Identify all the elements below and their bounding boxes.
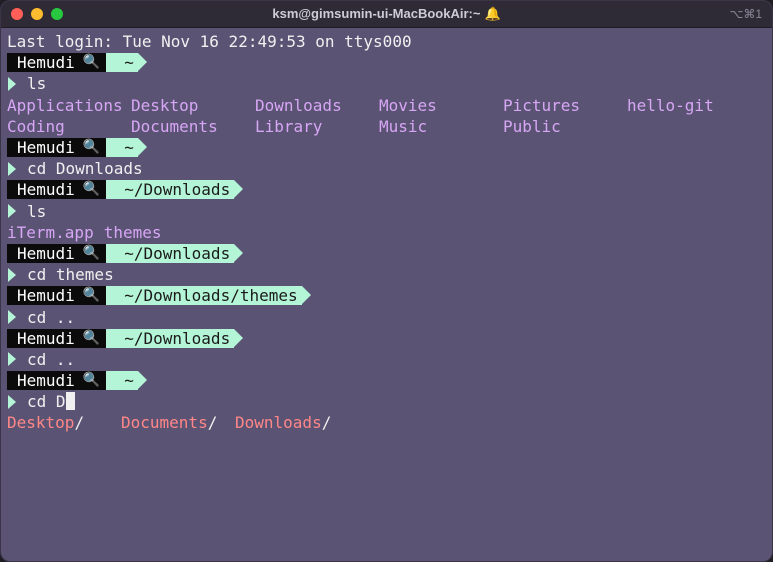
- ls-output-row: Coding Documents Library Music Public: [7, 116, 766, 137]
- command-text: cd Downloads: [27, 159, 143, 179]
- prompt: Hemudi 🔍 ~/Downloads: [7, 328, 766, 349]
- prompt-path: ~: [106, 53, 147, 73]
- prompt-user-segment: Hemudi 🔍: [7, 180, 116, 200]
- completion-item[interactable]: Desktop: [7, 413, 74, 432]
- magnifier-icon: 🔍: [82, 287, 101, 304]
- prompt-path: ~/Downloads: [106, 243, 244, 263]
- prompt-user-segment: Hemudi 🔍: [7, 53, 116, 73]
- list-item: Movies: [379, 95, 437, 115]
- title-bar[interactable]: ksm@gimsumin-ui-MacBookAir:~ 🔔 ⌥⌘1: [1, 1, 772, 28]
- list-item: Music: [379, 116, 428, 136]
- prompt-user: Hemudi: [17, 371, 75, 391]
- list-item: iTerm.app: [7, 222, 94, 242]
- prompt-user-segment: Hemudi 🔍: [7, 138, 116, 158]
- chevron-right-icon: [8, 310, 16, 325]
- prompt-user-segment: Hemudi 🔍: [7, 286, 116, 306]
- prompt-user: Hemudi: [17, 138, 75, 158]
- terminal-window[interactable]: ksm@gimsumin-ui-MacBookAir:~ 🔔 ⌥⌘1 Last l…: [0, 0, 773, 562]
- command-text: cd themes: [27, 265, 114, 285]
- magnifier-icon: 🔍: [82, 54, 101, 71]
- command-text: cd ..: [27, 307, 76, 327]
- chevron-right-icon: [8, 76, 16, 91]
- ls-output-row: iTerm.app themes: [7, 222, 766, 243]
- list-item: Pictures: [503, 95, 581, 115]
- chevron-right-icon: [8, 204, 16, 219]
- magnifier-icon: 🔍: [82, 244, 101, 261]
- prompt-path: ~/Downloads: [106, 180, 244, 200]
- bell-icon: 🔔: [484, 6, 501, 21]
- prompt: Hemudi 🔍 ~/Downloads: [7, 243, 766, 264]
- command-input[interactable]: cd D: [27, 392, 66, 411]
- prompt: Hemudi 🔍 ~/Downloads: [7, 179, 766, 200]
- window-title: ksm@gimsumin-ui-MacBookAir:~ 🔔: [1, 1, 772, 27]
- window-shortcut: ⌥⌘1: [729, 7, 762, 21]
- completion-row: Desktop/ Documents/ Downloads/: [7, 413, 332, 433]
- prompt: Hemudi 🔍 ~: [7, 52, 766, 73]
- chevron-right-icon: [8, 161, 16, 176]
- terminal-output[interactable]: Last login: Tue Nov 16 22:49:53 on ttys0…: [7, 31, 766, 434]
- list-item: hello-git: [627, 95, 714, 115]
- prompt-path: ~: [106, 138, 147, 158]
- command-line: cd ..: [7, 306, 766, 327]
- prompt-user: Hemudi: [17, 243, 75, 263]
- command-text: ls: [27, 74, 47, 94]
- list-item: Applications: [7, 95, 123, 115]
- magnifier-icon: 🔍: [82, 329, 101, 346]
- command-line: ls: [7, 201, 766, 222]
- active-command-line[interactable]: cd D: [7, 391, 766, 412]
- command-line: cd ..: [7, 349, 766, 370]
- prompt-user-segment: Hemudi 🔍: [7, 328, 116, 348]
- window-title-text: ksm@gimsumin-ui-MacBookAir:~: [272, 6, 481, 21]
- prompt-user: Hemudi: [17, 328, 75, 348]
- prompt: Hemudi 🔍 ~/Downloads/themes: [7, 285, 766, 306]
- list-item: themes: [103, 222, 162, 242]
- chevron-right-icon: [8, 267, 16, 282]
- prompt: Hemudi 🔍 ~: [7, 370, 766, 391]
- command-line: cd themes: [7, 264, 766, 285]
- prompt-path: ~/Downloads: [106, 328, 244, 348]
- magnifier-icon: 🔍: [82, 372, 101, 389]
- list-item: Downloads: [255, 95, 342, 115]
- prompt-path: ~: [106, 371, 147, 391]
- prompt-user-segment: Hemudi 🔍: [7, 371, 116, 391]
- chevron-right-icon: [8, 352, 16, 367]
- login-message: Last login: Tue Nov 16 22:49:53 on ttys0…: [7, 32, 412, 51]
- prompt-path: ~/Downloads/themes: [106, 286, 312, 306]
- completion-item[interactable]: Documents: [121, 413, 208, 432]
- ls-output-row: Applications Desktop Downloads Movies Pi…: [7, 95, 766, 116]
- prompt-user: Hemudi: [17, 286, 75, 306]
- list-item: Documents: [131, 116, 218, 136]
- list-item: Desktop: [131, 95, 199, 115]
- completion-item[interactable]: Downloads: [235, 413, 322, 432]
- command-line: ls: [7, 73, 766, 94]
- list-item: Library: [255, 116, 323, 136]
- command-text: ls: [27, 201, 47, 221]
- command-text: cd ..: [27, 349, 76, 369]
- prompt-user: Hemudi: [17, 53, 75, 73]
- list-item: Coding: [7, 116, 65, 136]
- command-line: cd Downloads: [7, 158, 766, 179]
- magnifier-icon: 🔍: [82, 139, 101, 156]
- magnifier-icon: 🔍: [82, 181, 101, 198]
- chevron-right-icon: [8, 394, 16, 409]
- list-item: Public: [503, 116, 561, 136]
- prompt-user-segment: Hemudi 🔍: [7, 243, 116, 263]
- text-cursor: [65, 391, 75, 410]
- prompt: Hemudi 🔍 ~: [7, 137, 766, 158]
- prompt-user: Hemudi: [17, 180, 75, 200]
